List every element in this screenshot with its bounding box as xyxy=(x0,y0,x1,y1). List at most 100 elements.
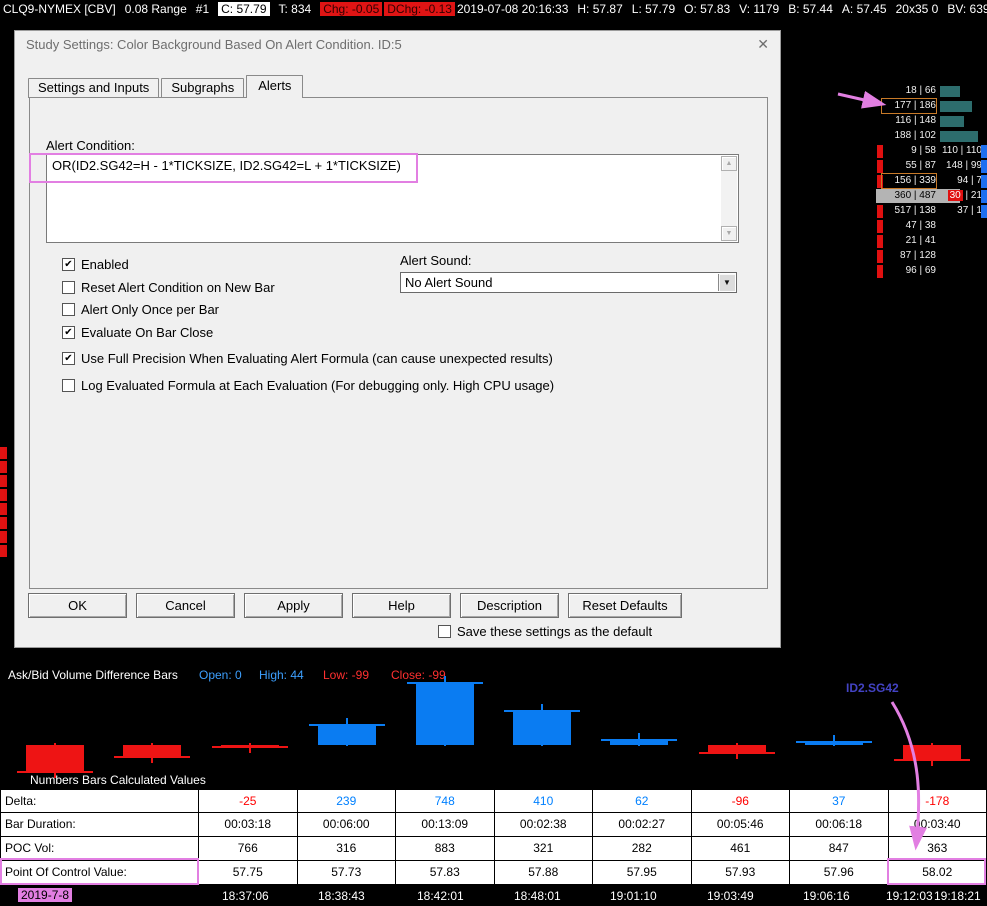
tab-alerts[interactable]: Alerts xyxy=(246,75,304,98)
reset-defaults-button[interactable]: Reset Defaults xyxy=(568,593,682,618)
bidask-pair-secondary: 148 | 99 xyxy=(946,160,982,171)
edge-bar xyxy=(981,160,987,173)
table-cell: 37 xyxy=(790,789,889,813)
time-axis: 2019-7-8 18:37:06 18:38:43 18:42:01 18:48:01… xyxy=(0,885,987,906)
depth-row: 87 | 128 xyxy=(848,249,987,264)
depth-panel: 18 | 66 177 | 186 116 | 148 188 | 102 9 | 58… xyxy=(848,84,987,284)
scrollbar[interactable]: ▲ ▼ xyxy=(721,156,737,241)
table-cell: -178 xyxy=(888,789,987,813)
table-cell: 57.75 xyxy=(199,861,298,885)
volume-bar xyxy=(940,86,960,97)
checkbox-enabled[interactable]: ✔ Enabled xyxy=(62,257,129,272)
volume-bar xyxy=(940,101,972,112)
bidask-pair: 87 | 128 xyxy=(900,250,936,261)
bidask-pair: 177 | 186 xyxy=(881,98,937,114)
bars-layer xyxy=(0,660,987,789)
save-default-checkbox[interactable]: Save these settings as the default xyxy=(438,624,652,639)
table-row: POC Vol: 766 316 883 321 282 461 847 363 xyxy=(0,837,987,861)
checkbox-box[interactable] xyxy=(62,379,75,392)
row-label: Bar Duration: xyxy=(0,813,199,837)
calculated-values-table: Delta: -25 239 748 410 62 -96 37 -178 Bar Duratio… xyxy=(0,789,987,885)
description-button[interactable]: Description xyxy=(460,593,559,618)
tab-settings-and-inputs[interactable]: Settings and Inputs xyxy=(28,78,160,98)
checkbox-full-precision[interactable]: ✔ Use Full Precision When Evaluating Ale… xyxy=(62,351,553,366)
checkbox-label: Enabled xyxy=(81,257,129,272)
ok-button[interactable]: OK xyxy=(28,593,127,618)
bidask-pair: 156 | 339 xyxy=(881,173,937,189)
bidask-pair: 18 | 66 xyxy=(905,85,936,96)
titlebar-field: H: 57.87 xyxy=(577,2,623,16)
bar-open-tick xyxy=(504,709,580,712)
depth-row: 517 | 138 37 | 1 xyxy=(848,204,987,219)
checkbox-alert-once-per-bar[interactable]: Alert Only Once per Bar xyxy=(62,302,219,317)
checkbox-box[interactable] xyxy=(62,303,75,316)
volume-bar xyxy=(940,131,978,142)
checkbox-label: Evaluate On Bar Close xyxy=(81,325,214,340)
chevron-down-icon[interactable]: ▼ xyxy=(718,274,735,291)
table-cell: 00:06:18 xyxy=(790,813,889,837)
checkbox-box[interactable] xyxy=(438,625,451,638)
checkbox-label: Reset Alert Condition on New Bar xyxy=(81,280,275,295)
bar-open-tick xyxy=(796,740,873,743)
bidask-pair: 96 | 69 xyxy=(905,265,936,276)
checkbox-box[interactable]: ✔ xyxy=(62,326,75,339)
left-volume-strip xyxy=(0,447,7,558)
titlebar-field: Chg: -0.05 xyxy=(320,2,383,16)
study-settings-dialog: Study Settings: Color Background Based O… xyxy=(14,30,781,648)
table-cell: 883 xyxy=(396,837,495,861)
checkbox-label: Log Evaluated Formula at Each Evaluation… xyxy=(81,378,555,393)
table-cell: 766 xyxy=(199,837,298,861)
table-cell: 57.93 xyxy=(691,861,790,885)
bar-open-tick xyxy=(114,756,191,759)
checkbox-box[interactable]: ✔ xyxy=(62,258,75,271)
row-label: POC Vol: xyxy=(0,837,199,861)
bidask-pair: 116 | 148 xyxy=(895,115,936,126)
table-cell: 00:02:38 xyxy=(494,813,593,837)
bar-wick xyxy=(930,743,933,766)
titlebar-field: DChg: -0.13 xyxy=(384,2,455,16)
table-row: Bar Duration: 00:03:18 00:06:00 00:13:09 00:… xyxy=(0,813,987,837)
alert-sound-select[interactable]: No Alert Sound ▼ xyxy=(400,272,737,293)
scroll-up-icon[interactable]: ▲ xyxy=(721,156,737,171)
alert-condition-label: Alert Condition: xyxy=(46,138,135,153)
table-cell: -96 xyxy=(691,789,790,813)
bar-wick xyxy=(346,718,349,746)
table-cell: 847 xyxy=(790,837,889,861)
table-cell: 57.83 xyxy=(396,861,495,885)
alert-condition-input[interactable]: OR(ID2.SG42=H - 1*TICKSIZE, ID2.SG42=L +… xyxy=(46,154,739,243)
bidask-pair: 9 | 58 xyxy=(911,145,936,156)
checkbox-label: Save these settings as the default xyxy=(457,624,653,639)
checkbox-box[interactable]: ✔ xyxy=(62,352,75,365)
edge-bar xyxy=(981,190,987,203)
bar-wick xyxy=(443,675,446,746)
cancel-button[interactable]: Cancel xyxy=(136,593,235,618)
time-label: 19:03:49 xyxy=(707,889,754,903)
titlebar-field: 20x35 0 xyxy=(895,2,939,16)
checkbox-box[interactable] xyxy=(62,281,75,294)
close-icon[interactable]: ✕ xyxy=(757,36,769,53)
bar-open-tick xyxy=(893,758,970,761)
table-cell: 57.95 xyxy=(593,861,692,885)
tab-subgraphs[interactable]: Subgraphs xyxy=(161,78,245,98)
depth-row: 96 | 69 xyxy=(848,264,987,279)
bidask-pair: 47 | 38 xyxy=(905,220,936,231)
checkbox-log-evaluated-formula[interactable]: Log Evaluated Formula at Each Evaluation… xyxy=(62,378,554,393)
alert-sound-label: Alert Sound: xyxy=(400,253,472,268)
checkbox-evaluate-on-bar-close[interactable]: ✔ Evaluate On Bar Close xyxy=(62,325,213,340)
table-cell: -25 xyxy=(199,789,298,813)
bidask-pair: 360 | 487 xyxy=(894,190,936,201)
dialog-titlebar[interactable]: Study Settings: Color Background Based O… xyxy=(15,31,780,57)
help-button[interactable]: Help xyxy=(352,593,451,618)
scroll-down-icon[interactable]: ▼ xyxy=(721,226,737,241)
depth-row: 18 | 66 xyxy=(848,84,987,99)
table-cell: 00:02:27 xyxy=(593,813,692,837)
check-mark: ✔ xyxy=(64,353,73,364)
apply-button[interactable]: Apply xyxy=(244,593,343,618)
bidask-pair: 21 | 41 xyxy=(905,235,936,246)
calc-values-label: Numbers Bars Calculated Values xyxy=(30,773,206,787)
checkbox-label: Use Full Precision When Evaluating Alert… xyxy=(81,351,553,366)
depth-row: 177 | 186 xyxy=(848,98,987,114)
time-label: 18:42:01 xyxy=(417,889,464,903)
volume-bar xyxy=(940,116,964,127)
checkbox-reset-on-new-bar[interactable]: Reset Alert Condition on New Bar xyxy=(62,280,275,295)
